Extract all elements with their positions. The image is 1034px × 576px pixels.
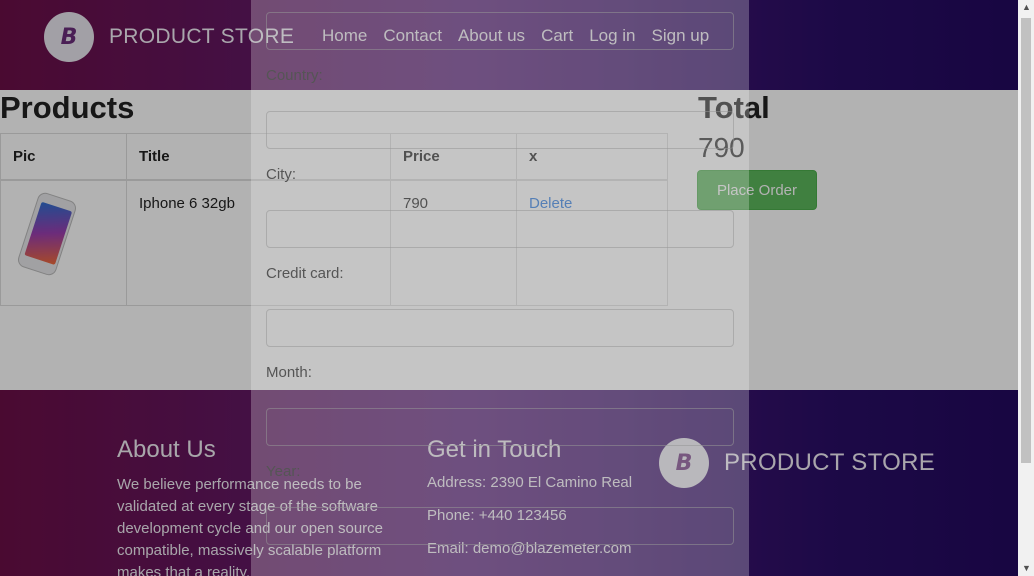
year-label: Year: bbox=[266, 463, 301, 480]
city-label: City: bbox=[266, 166, 296, 183]
credit-card-input[interactable] bbox=[266, 309, 734, 347]
city-input[interactable] bbox=[266, 210, 734, 248]
month-label: Month: bbox=[266, 364, 312, 381]
credit-card-label: Credit card: bbox=[266, 265, 344, 282]
name-input[interactable] bbox=[266, 12, 734, 50]
scroll-down-arrow-icon[interactable]: ▼ bbox=[1022, 563, 1031, 573]
country-label: Country: bbox=[266, 67, 323, 84]
year-input[interactable] bbox=[266, 507, 734, 545]
scroll-thumb[interactable] bbox=[1021, 18, 1031, 463]
scroll-up-arrow-icon[interactable]: ▲ bbox=[1022, 2, 1031, 12]
country-input[interactable] bbox=[266, 111, 734, 149]
place-order-modal bbox=[251, 0, 749, 576]
scrollbar[interactable]: ▲ ▼ bbox=[1018, 0, 1034, 576]
month-input[interactable] bbox=[266, 408, 734, 446]
